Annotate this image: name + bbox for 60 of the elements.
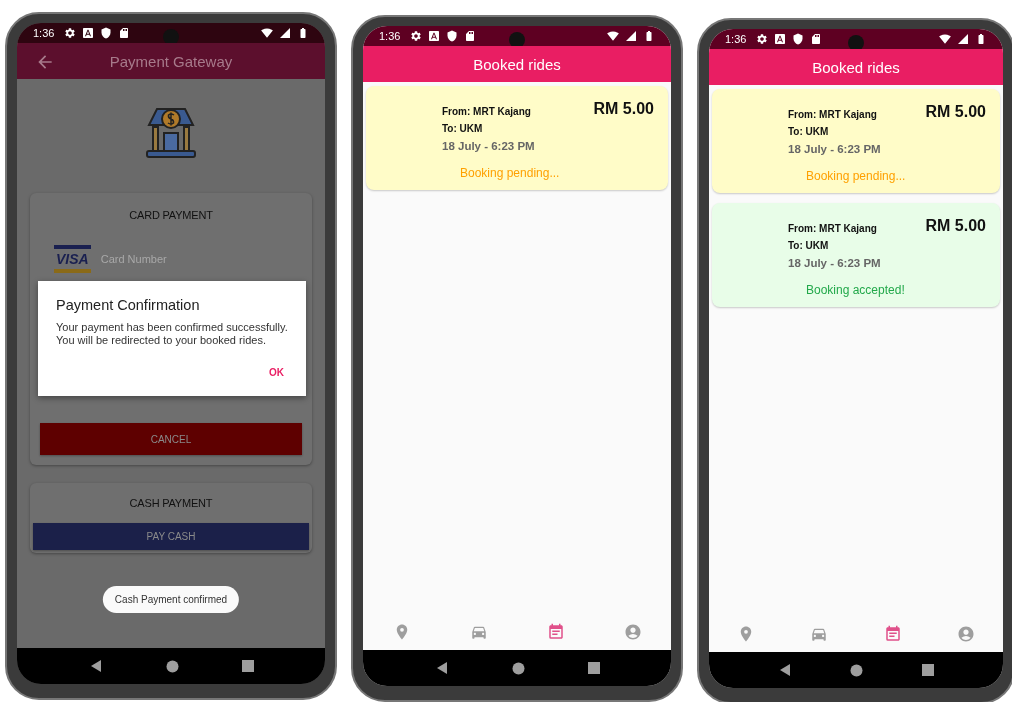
ride-card[interactable]: From: MRT Kajang To: UKM 18 July - 6:23 PM RM 5.00 Booking pending... — [712, 89, 1000, 193]
letter-a-icon — [774, 33, 787, 45]
status-time: 1:36 — [379, 30, 401, 42]
toast-message: Cash Payment confirmed — [102, 586, 240, 613]
sd-card-icon — [118, 27, 131, 39]
recents-square-icon[interactable] — [921, 664, 934, 676]
home-circle-icon[interactable] — [850, 663, 864, 677]
signal-icon — [625, 30, 637, 42]
ride-datetime: 18 July - 6:23 PM — [442, 140, 535, 152]
booking-status: Booking accepted! — [806, 283, 905, 297]
cancel-button[interactable]: CANCEL — [40, 423, 302, 455]
home-circle-icon[interactable] — [165, 659, 179, 673]
status-time: 1:36 — [725, 33, 747, 45]
wifi-icon — [939, 33, 951, 45]
letter-a-icon — [82, 27, 95, 39]
from-text: From: MRT Kajang — [442, 106, 532, 117]
app-bar-title: Booked rides — [473, 55, 561, 73]
back-triangle-icon[interactable] — [778, 663, 793, 677]
recents-square-icon[interactable] — [587, 662, 600, 674]
shield-icon — [100, 27, 113, 39]
to-text: To: UKM — [788, 126, 830, 137]
calendar-icon[interactable] — [883, 625, 902, 643]
sd-card-icon — [810, 33, 823, 45]
recents-square-icon[interactable] — [241, 660, 254, 672]
booking-status: Booking pending... — [460, 166, 560, 180]
gear-icon — [756, 33, 769, 45]
to-text: To: UKM — [442, 123, 484, 134]
from-text: From: MRT Kajang — [788, 223, 878, 234]
shield-icon — [792, 33, 805, 45]
pay-cash-button[interactable]: PAY CASH — [33, 523, 309, 550]
wifi-icon — [607, 30, 619, 42]
gear-icon — [64, 27, 77, 39]
dialog-title: Payment Confirmation — [56, 297, 201, 313]
panel-title: CASH PAYMENT — [129, 497, 213, 509]
booking-status: Booking pending... — [806, 169, 906, 183]
home-circle-icon[interactable] — [511, 661, 525, 675]
signal-icon — [957, 33, 969, 45]
app-bar-title: Booked rides — [812, 58, 900, 76]
from-text: From: MRT Kajang — [788, 109, 878, 120]
wifi-icon — [261, 27, 273, 39]
calendar-icon[interactable] — [546, 623, 565, 641]
gear-icon — [410, 30, 423, 42]
app-bar-title: Payment Gateway — [109, 52, 233, 70]
ride-datetime: 18 July - 6:23 PM — [788, 143, 881, 155]
ride-price: RM 5.00 — [925, 103, 986, 121]
ride-card[interactable]: From: MRT Kajang To: UKM 18 July - 6:23 PM RM 5.00 Booking pending... — [366, 86, 668, 190]
status-time: 1:36 — [33, 27, 55, 39]
ride-price: RM 5.00 — [593, 100, 654, 118]
panel-title: CARD PAYMENT — [129, 209, 213, 221]
ride-datetime: 18 July - 6:23 PM — [788, 257, 881, 269]
ride-card[interactable]: From: MRT Kajang To: UKM 18 July - 6:23 PM RM 5.00 Booking accepted! — [712, 203, 1000, 307]
dialog-message: Your payment has been confirmed successfully. You will be redirected to your booked rides. — [56, 321, 288, 348]
sd-card-icon — [464, 30, 477, 42]
ride-price: RM 5.00 — [925, 217, 986, 235]
shield-icon — [446, 30, 459, 42]
to-text: To: UKM — [788, 240, 830, 251]
signal-icon — [279, 27, 291, 39]
card-brand-logo: VISA — [54, 245, 91, 273]
ok-button[interactable]: OK — [265, 363, 288, 383]
letter-a-icon — [428, 30, 441, 42]
